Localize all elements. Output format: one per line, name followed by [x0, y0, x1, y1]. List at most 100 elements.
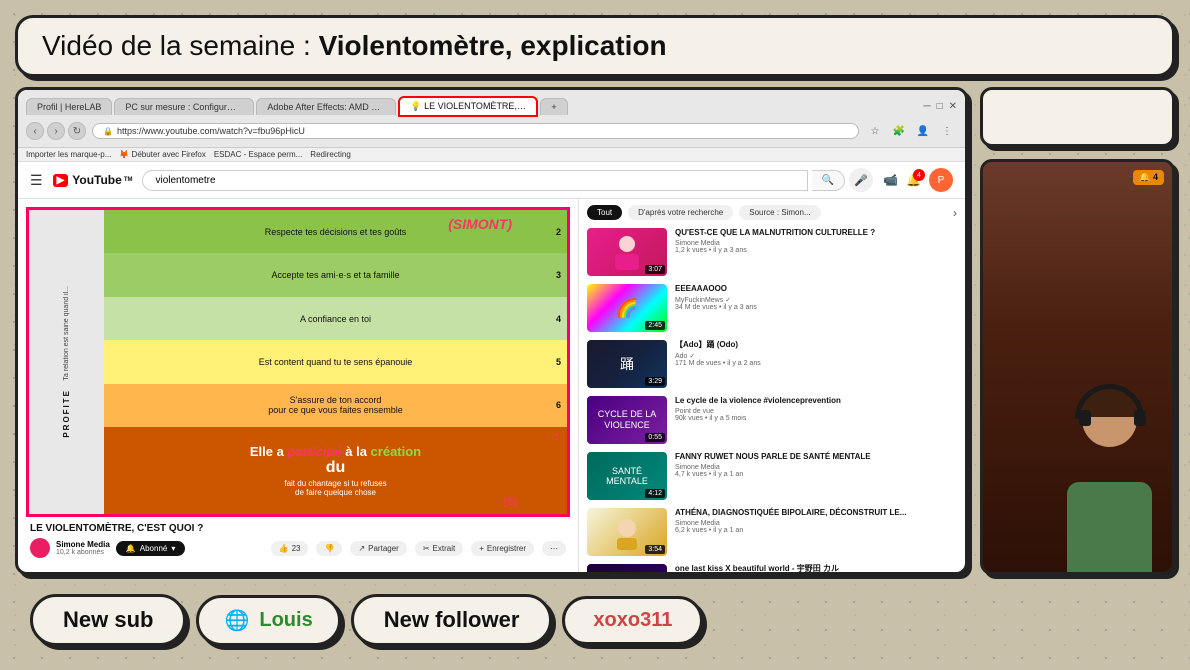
video-area: Ta relation est saine quand il... PROFIT… — [18, 199, 578, 572]
address-bar[interactable]: 🔒 https://www.youtube.com/watch?v=fbu96p… — [92, 123, 859, 139]
sidebar-video-5[interactable]: SANTÉ MENTALE 4:12 FANNY RUWET NOUS PARL… — [587, 452, 957, 500]
mic-button[interactable]: 🎤 — [849, 168, 873, 192]
notification-bell[interactable]: 🔔4 — [906, 173, 921, 187]
bookmark-4[interactable]: Redirecting — [310, 150, 350, 159]
yt-logo-text: YouTube — [72, 173, 122, 187]
sidebar-video-2[interactable]: 🌈 2:45 EEEAAAOOO MyFuckinMews ✓ 34 M de … — [587, 284, 957, 332]
sidebar-video-4[interactable]: CYCLE DE LA VIOLENCE 0:55 Le cycle de la… — [587, 396, 957, 444]
subscribe-chevron: ▾ — [171, 544, 175, 553]
new-follower-label: New follower — [384, 607, 520, 632]
vli-info-7: one last kiss X beautiful world - 宇野田 カル… — [675, 564, 957, 572]
channel-name: Simone Media — [56, 540, 110, 549]
youtube-logo[interactable]: ▶ YouTube TM — [53, 173, 133, 187]
save-button[interactable]: + Enregistrer — [471, 541, 534, 556]
tab-pc[interactable]: PC sur mesure : ConfigurMa... — [114, 98, 254, 115]
vm-rows: Respecte tes décisions et tes goûts 2 Ac… — [104, 210, 567, 514]
filter-recherche[interactable]: D'après votre recherche — [628, 205, 733, 220]
user-notification: 🌐 Louis — [196, 595, 340, 646]
upload-icon[interactable]: 📹 — [883, 173, 898, 187]
dislike-button[interactable]: 👎 — [316, 541, 342, 556]
vli-meta-4: 90k vues • il y a 5 mois — [675, 415, 957, 422]
page-title: Vidéo de la semaine : Violentomètre, exp… — [42, 30, 667, 62]
bookmark-1[interactable]: Importer les marque-p... — [26, 150, 111, 159]
browser-maximize[interactable]: □ — [937, 101, 943, 112]
thumb-4: CYCLE DE LA VIOLENCE 0:55 — [587, 396, 667, 444]
vli-title-4: Le cycle de la violence #violenceprevent… — [675, 396, 957, 406]
vm-num-2: 3 — [556, 270, 561, 280]
vm-row-4: Est content quand tu te sens épanouie 5 — [104, 340, 567, 383]
webcam-panel: 🔔 4 — [980, 159, 1175, 575]
sidebar-video-3[interactable]: 踊 3:29 【Ado】踊 (Odo) Ado ✓ 171 M de vues … — [587, 340, 957, 388]
tab-new[interactable]: + — [540, 98, 567, 115]
yt-header-actions: 📹 🔔4 P — [883, 168, 953, 192]
hamburger-icon[interactable]: ☰ — [30, 172, 43, 189]
thumb-duration-4: 0:55 — [645, 433, 665, 442]
vm-du-text: du — [250, 459, 421, 477]
vm-row-label-3: A confiance en toi — [116, 314, 555, 324]
notification-bar: New sub 🌐 Louis New follower xoxo311 — [15, 585, 1175, 655]
profile-icon[interactable]: 👤 — [913, 121, 933, 141]
clip-button[interactable]: ✂ Extrait — [415, 541, 463, 556]
thumb-duration-6: 3:54 — [645, 545, 665, 554]
s-label: (S) — [504, 497, 517, 508]
thumb-5: SANTÉ MENTALE 4:12 — [587, 452, 667, 500]
simont-label: (SIMONT) — [448, 216, 512, 232]
back-button[interactable]: ‹ — [26, 122, 44, 140]
tab-adobe[interactable]: Adobe After Effects: AMD Ry... — [256, 98, 396, 115]
new-sub-badge: New sub — [30, 594, 186, 646]
browser-close[interactable]: ✕ — [949, 101, 957, 112]
forward-button[interactable]: › — [47, 122, 65, 140]
tab-youtube[interactable]: 💡 LE VIOLENTOMÈTRE, C'EST... — [398, 96, 538, 117]
vli-meta-2: 34 M de vues • il y a 3 ans — [675, 304, 957, 311]
browser-minimize[interactable]: ─ — [923, 101, 930, 112]
vli-channel-5: Simone Media — [675, 464, 957, 471]
save-icon: + — [479, 544, 484, 553]
extensions-icon[interactable]: 🧩 — [889, 121, 909, 141]
vm-row-5: S'assure de ton accordpour ce que vous f… — [104, 384, 567, 427]
filter-tout[interactable]: Tout — [587, 205, 622, 220]
video-player[interactable]: Ta relation est saine quand il... PROFIT… — [26, 207, 570, 517]
tab-profil[interactable]: Profil | HereLAB — [26, 98, 112, 115]
search-input[interactable] — [142, 170, 807, 191]
vm-special-text: Elle a participé à la création du fait d… — [246, 440, 425, 502]
vm-word-creation: création — [371, 444, 422, 459]
like-button[interactable]: 👍 23 — [271, 541, 309, 556]
menu-icon[interactable]: ⋮ — [937, 121, 957, 141]
vli-channel-4: Point de vue — [675, 408, 957, 415]
vli-meta-1: 1,2 k vues • il y a 3 ans — [675, 247, 957, 254]
sidebar-video-6[interactable]: 3:54 ATHÉNA, DIAGNOSTIQUÉE BIPOLAIRE, DÉ… — [587, 508, 957, 556]
clip-label: Extrait — [433, 544, 456, 553]
bookmark-2[interactable]: 🦊 Débuter avec Firefox — [119, 150, 205, 159]
subscribe-button[interactable]: 🔔 Abonné ▾ — [116, 541, 186, 556]
video-info: LE VIOLENTOMÈTRE, C'EST QUOI ? Simone Me… — [26, 517, 570, 564]
vm-num-4: 5 — [556, 357, 561, 367]
user-avatar[interactable]: P — [929, 168, 953, 192]
more-button[interactable]: ⋯ — [542, 541, 566, 556]
search-button[interactable]: 🔍 — [812, 170, 845, 191]
vli-channel-2: MyFuckinMews ✓ — [675, 296, 957, 304]
filter-source[interactable]: Source : Simon... — [739, 205, 820, 220]
notification-count: 4 — [913, 169, 925, 181]
bookmark-icon[interactable]: ☆ — [865, 121, 885, 141]
new-follower-badge: New follower — [351, 594, 553, 646]
share-button[interactable]: ↗ Partager — [350, 541, 406, 556]
sidebar-video-1[interactable]: 3:07 QU'EST-CE QUE LA MALNUTRITION CULTU… — [587, 228, 957, 276]
vm-row-label-4: Est content quand tu te sens épanouie — [116, 357, 555, 367]
thumb-2: 🌈 2:45 — [587, 284, 667, 332]
vm-sub-text: fait du chantage si tu refusesde faire q… — [250, 479, 421, 497]
thumb-img-7: 美 — [587, 564, 667, 572]
vm-num-3: 4 — [556, 314, 561, 324]
filter-next[interactable]: › — [953, 206, 957, 220]
refresh-button[interactable]: ↻ — [68, 122, 86, 140]
bookmark-3[interactable]: ESDAC - Espace perm... — [214, 150, 302, 159]
share-label: Partager — [368, 544, 399, 553]
thumb-6: 3:54 — [587, 508, 667, 556]
subscribe-label: Abonné — [140, 544, 168, 553]
like-icon: 👍 — [279, 544, 289, 553]
channel-avatar — [30, 538, 50, 558]
sidebar-video-7[interactable]: 美 10:09 one last kiss X beautiful world … — [587, 564, 957, 572]
vli-meta-3: 171 M de vues • il y a 2 ans — [675, 360, 957, 367]
new-sub-label: New sub — [63, 607, 153, 632]
right-panel: 🔔 4 — [980, 87, 1175, 575]
vm-num-1: 2 — [556, 227, 561, 237]
